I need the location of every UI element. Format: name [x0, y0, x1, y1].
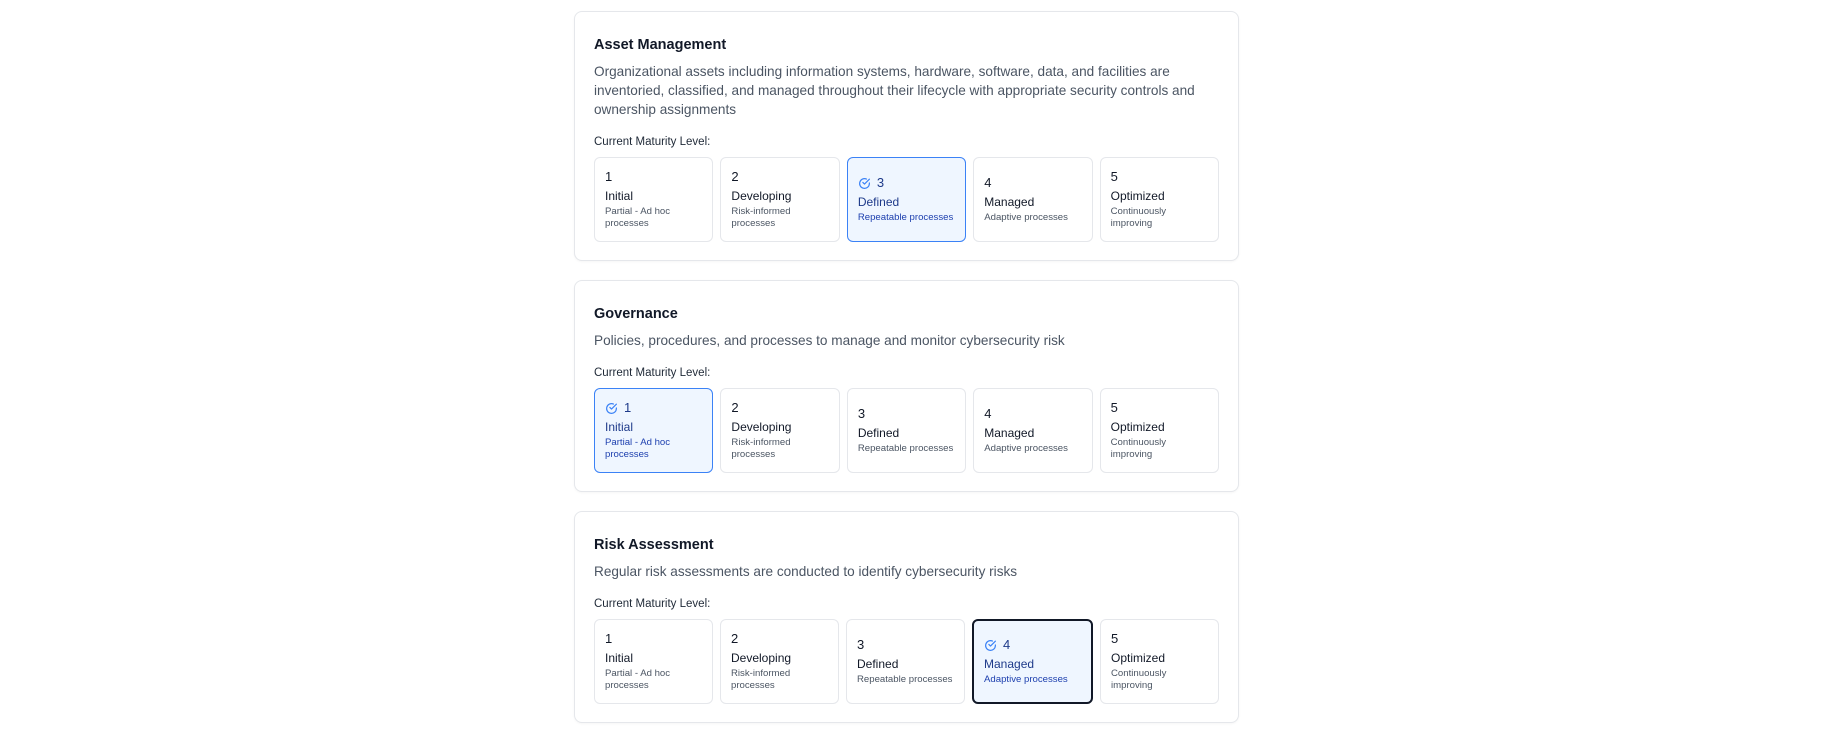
level-option-2[interactable]: 2 Developing Risk-informed processes	[720, 388, 840, 473]
level-number: 3	[876, 175, 885, 190]
level-description: Continuously improving	[1110, 206, 1167, 229]
level-option-1[interactable]: 1 Initial Partial - Ad hoc processes	[594, 388, 714, 473]
level-description: Adaptive processes	[984, 674, 1068, 685]
check-circle-icon	[606, 402, 617, 414]
level-option-5[interactable]: 5 Optimized Continuously improving	[1099, 388, 1220, 473]
maturity-level-label: Current Maturity Level:	[594, 598, 711, 610]
maturity-level-label: Current Maturity Level:	[594, 136, 711, 148]
level-number: 5	[1110, 400, 1118, 415]
category-description: Regular risk assessments are conducted t…	[594, 564, 1018, 579]
level-name: Developing	[731, 189, 792, 203]
level-option-4[interactable]: 4 Managed Adaptive processes	[972, 619, 1093, 704]
level-option-3[interactable]: 3 Defined Repeatable processes	[846, 619, 965, 704]
level-name: Managed	[984, 657, 1035, 671]
level-option-3[interactable]: 3 Defined Repeatable processes	[846, 157, 967, 242]
category-card-governance: Governance Policies, procedures, and pro…	[574, 280, 1239, 492]
level-description: Continuously improving	[1110, 437, 1167, 460]
level-description: Partial - Ad hoc processes	[605, 668, 671, 691]
level-description: Risk-informed processes	[731, 668, 791, 691]
category-title: Asset Management	[594, 37, 727, 53]
level-number: 3	[857, 406, 866, 421]
category-title: Governance	[594, 306, 678, 322]
level-option-3[interactable]: 3 Defined Repeatable processes	[846, 388, 967, 473]
level-name: Defined	[857, 195, 900, 209]
level-option-2[interactable]: 2 Developing Risk-informed processes	[720, 157, 840, 242]
level-number: 2	[731, 631, 739, 646]
level-description: Partial - Ad hoc processes	[605, 437, 671, 460]
level-option-2[interactable]: 2 Developing Risk-informed processes	[720, 619, 839, 704]
level-description: Repeatable processes	[857, 443, 954, 454]
level-name: Managed	[984, 426, 1035, 440]
maturity-level-options: 1 Initial Partial - Ad hoc processes 2 D…	[594, 619, 1219, 704]
level-description: Repeatable processes	[857, 212, 954, 223]
level-number: 1	[624, 400, 632, 415]
level-description: Adaptive processes	[984, 443, 1068, 454]
maturity-level-options: 1 Initial Partial - Ad hoc processes 2 D…	[594, 388, 1220, 473]
level-option-5[interactable]: 5 Optimized Continuously improving	[1099, 157, 1220, 242]
check-circle-icon	[858, 177, 870, 189]
level-option-1[interactable]: 1 Initial Partial - Ad hoc processes	[594, 157, 714, 242]
level-number: 5	[1111, 631, 1119, 646]
level-option-1[interactable]: 1 Initial Partial - Ad hoc processes	[594, 619, 713, 704]
check-circle-icon	[985, 639, 996, 651]
level-number: 4	[984, 175, 992, 190]
level-name: Optimized	[1110, 420, 1165, 434]
level-option-4[interactable]: 4 Managed Adaptive processes	[973, 157, 1093, 242]
category-title: Risk Assessment	[594, 537, 714, 553]
level-name: Managed	[984, 195, 1035, 209]
level-number: 2	[731, 400, 739, 415]
level-name: Optimized	[1110, 189, 1165, 203]
level-number: 5	[1110, 169, 1118, 184]
level-name: Defined	[857, 426, 900, 440]
category-card-risk-assessment: Risk Assessment Regular risk assessments…	[574, 511, 1239, 723]
level-description: Adaptive processes	[984, 212, 1068, 223]
level-description: Risk-informed processes	[731, 206, 791, 229]
level-number: 3	[857, 637, 865, 652]
level-name: Developing	[731, 651, 792, 665]
level-name: Initial	[605, 189, 634, 203]
level-number: 4	[1003, 637, 1011, 652]
level-name: Developing	[731, 420, 792, 434]
level-name: Initial	[605, 651, 634, 665]
level-option-4[interactable]: 4 Managed Adaptive processes	[973, 388, 1093, 473]
maturity-assessment-list: Asset Management Organizational assets i…	[574, 11, 1239, 723]
level-option-5[interactable]: 5 Optimized Continuously improving	[1100, 619, 1219, 704]
level-description: Partial - Ad hoc processes	[605, 206, 671, 229]
level-description: Repeatable processes	[857, 674, 953, 685]
level-number: 4	[984, 406, 992, 421]
level-number: 1	[605, 631, 613, 646]
level-number: 1	[605, 169, 613, 184]
category-description: Organizational assets including informat…	[594, 64, 1195, 117]
level-description: Risk-informed processes	[731, 437, 791, 460]
level-name: Optimized	[1111, 651, 1166, 665]
level-name: Initial	[605, 420, 634, 434]
category-description: Policies, procedures, and processes to m…	[594, 333, 1065, 348]
maturity-level-label: Current Maturity Level:	[594, 367, 711, 379]
maturity-level-options: 1 Initial Partial - Ad hoc processes 2 D…	[594, 157, 1220, 242]
level-description: Continuously improving	[1111, 668, 1167, 691]
level-name: Defined	[857, 657, 899, 671]
category-card-asset-management: Asset Management Organizational assets i…	[574, 11, 1239, 261]
level-number: 2	[731, 169, 739, 184]
